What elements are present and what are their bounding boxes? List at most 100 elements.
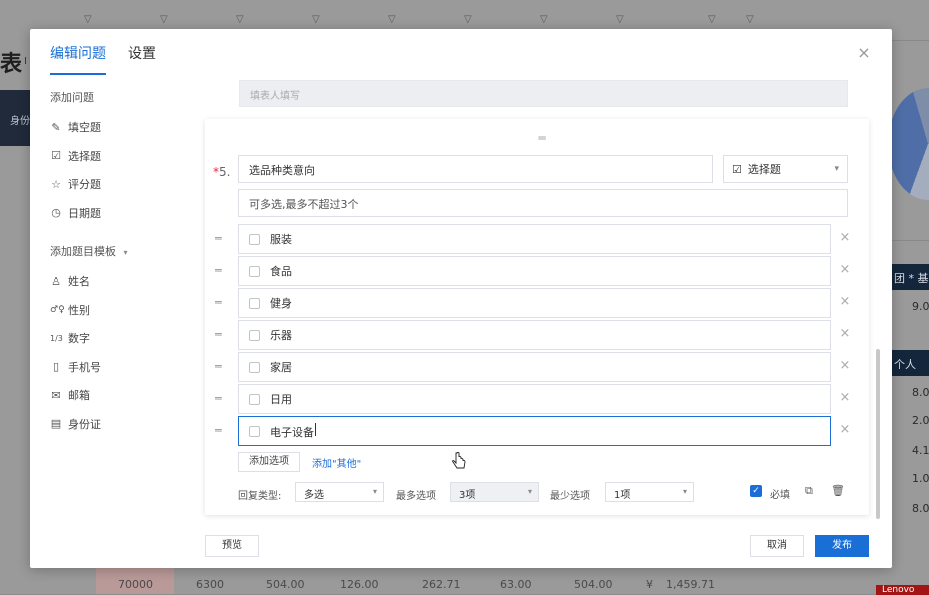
option-input[interactable]: 服装 [238, 224, 831, 254]
drag-handle-icon[interactable]: ═ [535, 131, 549, 145]
cancel-button[interactable]: 取消 [750, 535, 804, 557]
min-options-value: 1项 [614, 490, 631, 501]
required-checkbox[interactable]: ✓ [750, 485, 762, 497]
filter-icon: ▽ [388, 14, 396, 25]
option-input-focused[interactable]: 电子设备 [238, 416, 831, 446]
template-label: 手机号 [68, 360, 101, 374]
background-value: 8.0 [912, 502, 929, 515]
option-row: ═ 家居 × [205, 352, 869, 382]
background-title: 表 [0, 52, 23, 77]
question-card[interactable]: ═ *5. 选品种类意向 ☑ 选择题 ▾ 可多选,最多不超过3个 ═ 服装 × … [205, 119, 869, 515]
person-icon: ♙ [51, 274, 61, 288]
drag-handle-icon[interactable]: ═ [215, 232, 229, 245]
preview-button[interactable]: 预览 [205, 535, 259, 557]
close-icon[interactable]: × [856, 45, 872, 61]
close-icon[interactable]: × [838, 359, 852, 373]
min-options-label: 最少选项 [550, 491, 590, 502]
question-description-input[interactable]: 可多选,最多不超过3个 [238, 189, 848, 217]
add-fill-blank-question[interactable]: ✎ 填空题 [50, 113, 190, 142]
add-question-heading: 添加问题 [50, 91, 94, 104]
background-side-bar-text: 身份 [10, 116, 30, 127]
option-row: ═ 日用 × [205, 384, 869, 414]
template-email[interactable]: ✉ 邮箱 [50, 381, 190, 410]
add-other-link[interactable]: 添加"其他" [312, 455, 361, 470]
option-label: 电子设备 [270, 422, 316, 440]
checkbox-icon: ☑ [732, 162, 742, 176]
close-icon[interactable]: × [838, 231, 852, 245]
drag-handle-icon[interactable]: ═ [215, 264, 229, 277]
filter-icon: ▽ [708, 14, 716, 25]
option-checkbox [249, 361, 260, 373]
star-icon: ☆ [51, 177, 61, 191]
mail-icon: ✉ [51, 388, 61, 402]
background-column-header: 团 * 基 [888, 264, 929, 290]
table-cell: 504.00 [574, 578, 613, 591]
drag-handle-icon[interactable]: ═ [215, 424, 229, 437]
required-label: 必填 [770, 490, 790, 501]
option-input[interactable]: 健身 [238, 288, 831, 318]
add-choice-question[interactable]: ☑ 选择题 [50, 142, 190, 171]
drag-handle-icon[interactable]: ═ [215, 392, 229, 405]
option-row: ═ 食品 × [205, 256, 869, 286]
background-table-row: 70000 6300 504.00 126.00 262.71 63.00 50… [96, 568, 889, 594]
close-icon[interactable]: × [838, 391, 852, 405]
answer-type-select[interactable]: 多选 ▾ [295, 482, 384, 502]
tab-settings[interactable]: 设置 [128, 41, 156, 75]
trash-icon[interactable]: 🗑 [831, 484, 845, 497]
chevron-down-icon: ▾ [527, 487, 532, 496]
drag-handle-icon[interactable]: ═ [215, 360, 229, 373]
close-icon[interactable]: × [838, 327, 852, 341]
min-options-select[interactable]: 1项 ▾ [605, 482, 694, 502]
close-icon[interactable]: × [838, 263, 852, 277]
template-label: 姓名 [68, 275, 90, 289]
question-type-select[interactable]: ☑ 选择题 ▾ [723, 155, 848, 183]
option-input[interactable]: 乐器 [238, 320, 831, 350]
max-options-select[interactable]: 3项 ▾ [450, 482, 539, 502]
option-checkbox [249, 425, 260, 437]
scrollbar[interactable] [876, 349, 880, 519]
max-options-value: 3项 [459, 490, 476, 501]
text-caret [315, 422, 316, 436]
background-value: 1.0 [912, 472, 929, 485]
add-option-button[interactable]: 添加选项 [238, 452, 300, 472]
chevron-down-icon: ▾ [372, 487, 377, 496]
number-icon: 1/3 [50, 333, 63, 343]
table-cell: 504.00 [266, 578, 305, 591]
chevron-down-icon: ▾ [834, 164, 839, 174]
question-title-input[interactable]: 选品种类意向 [238, 155, 713, 183]
copy-icon[interactable]: ⧉ [805, 484, 813, 498]
max-options-label: 最多选项 [396, 491, 436, 502]
template-heading-label: 添加题目模板 [50, 245, 116, 258]
previous-question-field: 填表人填写 [239, 80, 848, 107]
edit-question-modal: 编辑问题 设置 × 添加问题 ✎ 填空题 ☑ 选择题 ☆ 评分题 ◷ 日期题 添… [30, 29, 892, 568]
background-value: 2.0 [912, 414, 929, 427]
filter-icon: ▽ [312, 14, 320, 25]
hand-cursor-icon [452, 452, 466, 469]
close-icon[interactable]: × [838, 295, 852, 309]
drag-handle-icon[interactable]: ═ [215, 296, 229, 309]
filter-icon-row: ▽ ▽ ▽ ▽ ▽ ▽ ▽ ▽ ▽ ▽ [0, 14, 929, 30]
publish-button[interactable]: 发布 [815, 535, 869, 557]
question-number-value: 5. [219, 165, 231, 179]
template-label: 性别 [68, 303, 90, 317]
option-input[interactable]: 家居 [238, 352, 831, 382]
option-label: 家居 [270, 361, 292, 374]
template-heading[interactable]: 添加题目模板 ▾ [50, 243, 190, 258]
add-rating-question[interactable]: ☆ 评分题 [50, 170, 190, 199]
clock-icon: ◷ [51, 206, 61, 220]
option-input[interactable]: 日用 [238, 384, 831, 414]
template-gender[interactable]: ♂♀ 性别 [50, 296, 190, 325]
add-option-row: 添加选项 添加"其他" [238, 452, 361, 472]
close-icon[interactable]: × [838, 423, 852, 437]
add-date-question[interactable]: ◷ 日期题 [50, 199, 190, 228]
drag-handle-icon[interactable]: ═ [215, 328, 229, 341]
template-phone[interactable]: ▯ 手机号 [50, 353, 190, 382]
table-cell: 63.00 [500, 578, 532, 591]
template-number[interactable]: 1/3 数字 [50, 324, 190, 353]
option-row: ═ 电子设备 × [205, 416, 869, 446]
option-input[interactable]: 食品 [238, 256, 831, 286]
template-id-card[interactable]: ▤ 身份证 [50, 410, 190, 439]
tab-edit-question[interactable]: 编辑问题 [50, 41, 106, 75]
table-cell: 262.71 [422, 578, 461, 591]
template-name[interactable]: ♙ 姓名 [50, 267, 190, 296]
